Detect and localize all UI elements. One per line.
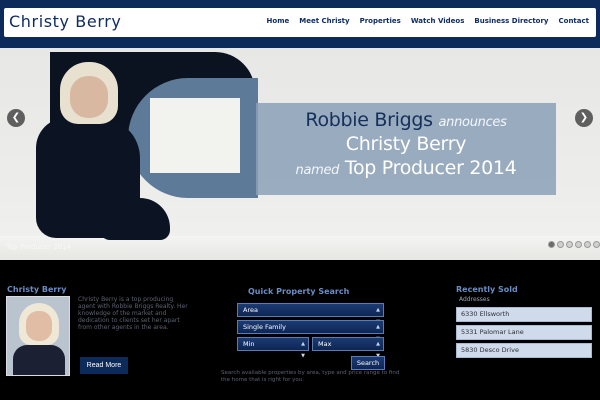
nav-meet-christy[interactable]: Meet Christy [299, 17, 349, 25]
nav-properties[interactable]: Properties [360, 17, 401, 25]
site-logo[interactable]: Christy Berry [9, 12, 121, 31]
max-price-value: Max [318, 340, 332, 348]
type-select-value: Single Family [243, 323, 286, 331]
slide-pagination [548, 241, 600, 248]
hero-person-face [70, 76, 108, 118]
address-item: 5331 Palomar Lane [456, 325, 592, 340]
area-select-value: Area [243, 306, 258, 314]
chevron-updown-icon: ▲▼ [301, 341, 305, 359]
hero-floor [0, 236, 600, 260]
min-price-select[interactable]: Min ▲ ▼ [237, 337, 309, 359]
type-select[interactable]: Single Family ▲▼ [237, 320, 384, 342]
min-price-value: Min [243, 340, 255, 348]
main-nav: Home Meet Christy Properties Watch Video… [267, 17, 589, 25]
site-header: Christy Berry Home Meet Christy Properti… [4, 8, 596, 37]
slide-dot[interactable] [584, 241, 591, 248]
search-note: Search available properties by area, typ… [221, 370, 400, 383]
agent-photo [6, 296, 70, 376]
hero-person-legs [100, 198, 170, 240]
about-text: Christy Berry is a top producing agent w… [78, 296, 188, 331]
hero-award: Top Producer 2014 [344, 157, 517, 179]
slide-caption: Top Producer 2014 [6, 243, 72, 251]
max-price-select[interactable]: Max ▲▼ [312, 337, 384, 359]
hero-verb: announces [438, 115, 507, 130]
address-item[interactable]: 6330 Ellsworth [456, 307, 592, 322]
address-item: 5830 Desco Drive [456, 343, 592, 358]
slide-dot[interactable] [566, 241, 573, 248]
slide-dot[interactable] [548, 241, 555, 248]
nav-watch-videos[interactable]: Watch Videos [411, 17, 465, 25]
photo-face [26, 311, 52, 341]
about-title: Christy Berry [7, 285, 67, 294]
hero-named: named [295, 163, 340, 178]
photo-body [13, 345, 65, 375]
recent-title: Recently Sold [456, 285, 518, 294]
nav-contact[interactable]: Contact [559, 17, 590, 25]
hero-honoree: Christy Berry [345, 133, 467, 155]
slide-dot[interactable] [575, 241, 582, 248]
nav-business-directory[interactable]: Business Directory [474, 17, 548, 25]
slide-dot[interactable] [557, 241, 564, 248]
recent-label: Addresses [459, 296, 490, 303]
slide-dot[interactable] [593, 241, 600, 248]
search-title: Quick Property Search [248, 287, 350, 296]
hero-slider: Robbie Briggs announces Christy Berry na… [0, 48, 600, 260]
chevron-right-icon[interactable]: ❯ [575, 109, 593, 127]
read-more-button[interactable]: Read More [80, 357, 128, 374]
area-select[interactable]: Area ▲▼ [237, 303, 384, 325]
hero-announcement: Robbie Briggs announces Christy Berry na… [256, 103, 556, 195]
search-button[interactable]: Search [351, 356, 385, 370]
hero-name: Robbie Briggs [305, 109, 433, 131]
hero-artwork-light [150, 98, 240, 173]
chevron-left-icon[interactable]: ❮ [7, 109, 25, 127]
nav-home[interactable]: Home [267, 17, 290, 25]
